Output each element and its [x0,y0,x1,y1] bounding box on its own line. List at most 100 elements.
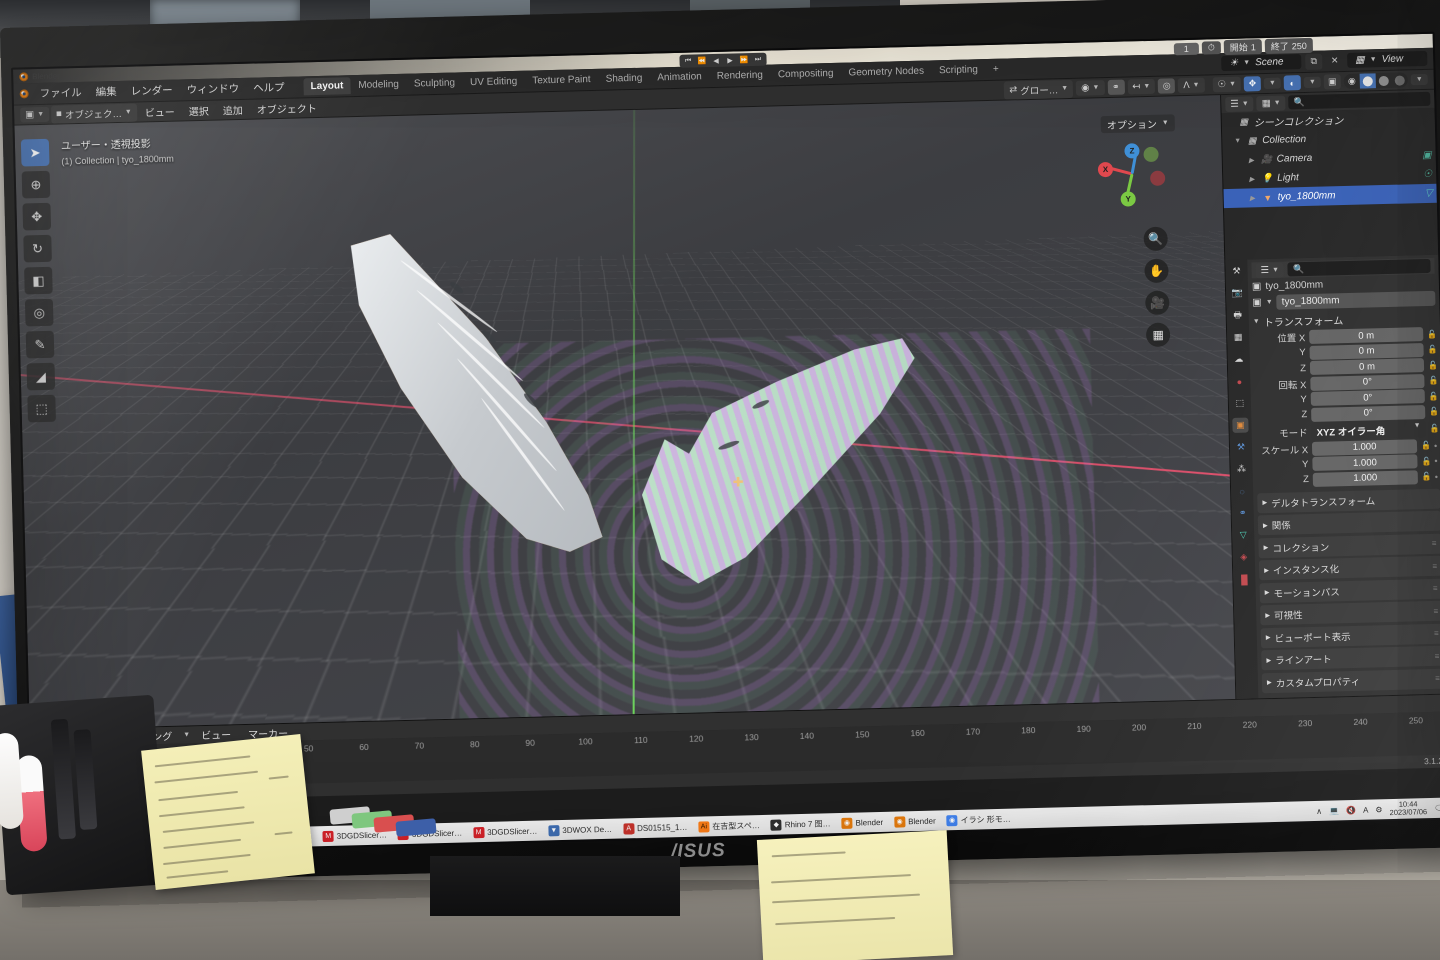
scene-tab[interactable]: ☁ [1231,352,1247,367]
add-cube-tool[interactable]: ⬚ [27,394,56,423]
disclosure-triangle-icon[interactable]: ▶ [1250,194,1258,202]
outliner-filter-selector[interactable]: ▦ ▼ [1256,94,1286,111]
rotate-tool[interactable]: ↻ [23,234,52,263]
gizmo-axis-z[interactable]: Z [1124,143,1140,159]
taskbar-chrome[interactable]: ◉ イラシ 形モ… [943,812,1015,827]
panel-line-art[interactable]: ▸ ラインアート ≡ [1261,645,1440,671]
outliner-search-input[interactable]: 🔍 [1288,91,1431,110]
object-types-visibility-selector[interactable]: ☉ ▼ [1212,76,1242,93]
panel-visibility[interactable]: ▸ 可視性 ≡ [1260,600,1440,626]
object-mode-selector[interactable]: ■ オブジェク… ▼ [50,103,138,124]
tweak-select-tool[interactable]: ➤ [20,138,50,167]
view-layer-selector[interactable]: ▦ ▼ View [1347,50,1428,68]
falloff-curve-selector[interactable]: Λ ▼ [1178,77,1205,94]
world-tab[interactable]: ● [1231,374,1247,389]
particles-tab[interactable]: ⁂ [1233,462,1249,477]
panel-motion-paths[interactable]: ▸ モーションパス ≡ [1259,578,1440,603]
transform-tool[interactable]: ◎ [24,298,54,327]
annotate-tool[interactable]: ✎ [25,330,55,359]
animate-dot-icon[interactable]: • [1434,456,1439,466]
proportional-edit-icon[interactable]: ◎ [1158,78,1176,94]
taskbar-pdf[interactable]: A DS01515_1… [619,820,692,835]
menu-window[interactable]: ウィンドウ [179,79,246,100]
shading-wireframe-button[interactable]: ◉ [1344,74,1360,89]
panel-custom-properties[interactable]: ▸ カスタムプロパティ ≡ [1261,668,1440,693]
rotation-y-field[interactable]: 0° [1310,389,1425,406]
tab-sculpting[interactable]: Sculpting [407,74,463,92]
output-tab[interactable]: 🖶 [1229,308,1245,323]
properties-editor-type-selector[interactable]: ☰ ▼ [1255,262,1285,278]
collection-tab[interactable]: ⬚ [1232,396,1248,411]
lock-icon[interactable]: 🔓 [1421,456,1431,465]
lock-icon[interactable]: 🔓 [1429,407,1439,416]
editor-type-selector[interactable]: ▣ ▼ [20,106,50,123]
scale-x-field[interactable]: 1.000 [1311,438,1418,456]
outliner-row-tyo-1800mm[interactable]: ▶ ▼ tyo_1800mm ▽ [1223,183,1437,209]
disclosure-triangle-icon[interactable]: ▶ [1249,156,1257,164]
zoom-icon[interactable]: 🔍 [1143,226,1169,252]
data-tab[interactable]: ▽ [1235,528,1251,543]
physics-tab[interactable]: ◌ [1234,484,1250,499]
constraints-tab[interactable]: ⚭ [1234,506,1250,521]
mute-volume-icon[interactable]: 🔇 [1346,805,1356,814]
taskbar-illustrator[interactable]: Ai 在吉型スペ… [694,818,764,833]
scale-tool[interactable]: ◧ [24,266,53,295]
viewport-menu-select[interactable]: 選択 [183,101,215,121]
lock-icon[interactable]: 🔓 [1427,329,1437,338]
render-tab[interactable]: 📷 [1229,286,1245,301]
shading-solid-button[interactable] [1359,73,1377,89]
rotation-mode-dropdown[interactable]: XYZ オイラー角 ▼ [1311,420,1426,440]
tray-chevron-icon[interactable]: ∧ [1316,806,1322,815]
view-layer-tab[interactable]: ▦ [1230,330,1246,345]
jump-end-icon[interactable]: ⏭ [751,54,764,65]
lock-icon[interactable]: 🔓 [1429,391,1439,400]
panel-relations[interactable]: ▸ 関係 [1257,510,1440,536]
rotation-x-field[interactable]: 0° [1310,373,1425,391]
prev-keyframe-icon[interactable]: ⏪ [695,55,708,66]
viewport-menu-add[interactable]: 追加 [217,100,249,120]
cursor-tool[interactable]: ⊕ [21,170,51,199]
tool-tab[interactable]: ⚒ [1228,264,1244,279]
viewport-menu-view[interactable]: ビュー [139,101,181,121]
snap-magnet-icon[interactable]: ⚭ [1107,79,1125,95]
object-name-field[interactable]: tyo_1800mm [1276,290,1436,310]
ime-indicator[interactable]: A [1363,805,1369,814]
shading-rendered-button[interactable] [1392,72,1408,87]
tab-geometry-nodes[interactable]: Geometry Nodes [841,62,931,81]
pivot-point-selector[interactable]: ◉ ▼ [1075,80,1105,96]
taskbar-blender-1[interactable]: ◉ Blender [837,815,887,829]
object-tab[interactable]: ▣ [1232,417,1249,433]
frame-end-field[interactable]: 終了 250 [1264,37,1314,54]
animate-dot-icon[interactable]: • [1435,471,1440,481]
lock-icon[interactable]: 🔓 [1428,376,1438,385]
move-tool[interactable]: ✥ [22,202,52,231]
outliner-display-mode-selector[interactable]: ☰ ▼ [1225,95,1254,112]
menu-file[interactable]: ファイル [32,83,88,103]
gizmo-icon[interactable]: ✥ [1243,76,1262,92]
scale-z-field[interactable]: 1.000 [1312,469,1418,487]
scale-y-field[interactable]: 1.000 [1312,454,1418,471]
play-reverse-icon[interactable]: ◀ [709,55,722,66]
shading-material-button[interactable] [1376,73,1392,88]
remove-scene-button[interactable]: ✕ [1326,53,1343,69]
panel-delta-transform[interactable]: ▸ デルタトランスフォーム [1257,488,1440,513]
navigation-gizmo[interactable]: X Y Z [1093,134,1171,212]
lock-icon[interactable]: 🔓 [1429,424,1439,433]
frame-start-field[interactable]: 開始 1 [1223,39,1263,56]
gizmo-axis-neg-y[interactable] [1143,146,1159,163]
3d-viewport[interactable]: ユーザー・透視投影 (1) Collection | tyo_1800mm ✚ … [14,95,1236,730]
scene-selector[interactable]: ☀ ▼ Scene [1221,54,1302,72]
location-z-field[interactable]: 0 m [1309,358,1425,375]
butterfly-model[interactable]: ✚ [317,212,948,658]
ortho-grid-icon[interactable]: ▦ [1145,322,1171,348]
mesh-data-icon[interactable]: ▽ [1425,188,1433,199]
pan-hand-icon[interactable]: ✋ [1144,258,1169,284]
tab-modeling[interactable]: Modeling [351,76,406,94]
disclosure-triangle-icon[interactable]: ▶ [1249,175,1257,183]
tab-compositing[interactable]: Compositing [771,65,841,84]
xray-icon[interactable]: ▣ [1323,74,1342,90]
tab-layout[interactable]: Layout [303,77,351,96]
snap-settings-selector[interactable]: ↤ ▼ [1127,78,1156,95]
overlays-icon[interactable]: ◐ [1283,75,1302,91]
shading-settings-selector[interactable]: ▼ [1410,73,1428,86]
